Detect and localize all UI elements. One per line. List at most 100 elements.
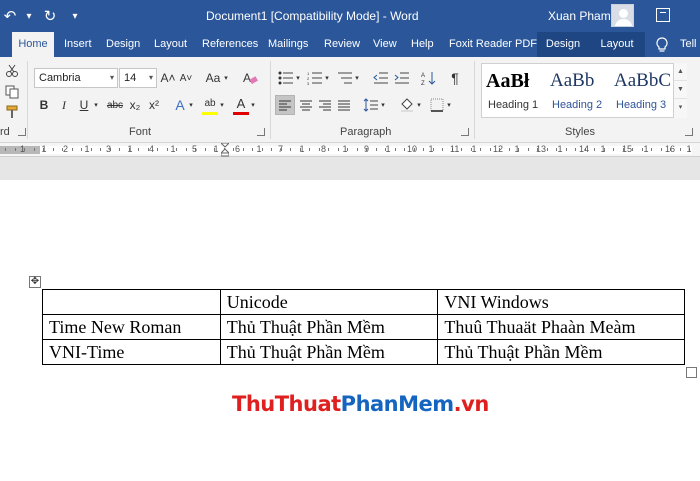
font-name-dropdown[interactable]: Cambria ▾: [34, 68, 118, 88]
grow-font-icon[interactable]: A˄: [160, 69, 176, 87]
svg-text:A: A: [243, 71, 251, 85]
line-spacing-icon[interactable]: [362, 96, 380, 114]
ruler-tick: [489, 148, 491, 151]
numbering-icon[interactable]: 123: [306, 69, 324, 87]
styles-gallery-scroll[interactable]: ▲ ▼ ▾: [673, 63, 687, 118]
indent-marker-icon[interactable]: [219, 142, 231, 157]
numbering-dropdown-icon[interactable]: ▾: [323, 69, 331, 87]
underline-button[interactable]: U: [75, 96, 93, 114]
font-group-label: Font: [129, 126, 152, 138]
font-color-button[interactable]: A: [232, 94, 250, 112]
shading-dropdown-icon[interactable]: ▾: [415, 96, 423, 114]
style-name: Heading 2: [552, 99, 603, 111]
horizontal-ruler[interactable]: 1 1 2 1 3 1 4 1 5 1 6 1 7 1 8 1 9 1 10 1 11 1 12 1 13 1 14 1 15 1 16 1: [0, 142, 700, 157]
change-case-icon[interactable]: Aa: [203, 69, 223, 87]
undo-icon[interactable]: ↶: [0, 0, 20, 32]
strikethrough-button[interactable]: abc: [104, 96, 126, 114]
tab-table-design[interactable]: Design: [537, 32, 589, 57]
more-styles-icon[interactable]: ▾: [674, 99, 687, 117]
table-move-handle-icon[interactable]: ✥: [29, 276, 41, 288]
tab-table-layout[interactable]: Layout: [589, 32, 645, 57]
tab-foxit-reader-pdf[interactable]: Foxit Reader PDF: [443, 32, 543, 57]
tab-mailings[interactable]: Mailings: [262, 32, 314, 57]
text-effects-dropdown-icon[interactable]: ▾: [187, 96, 195, 114]
style-heading-2[interactable]: AaBb Heading 2: [546, 64, 610, 117]
clear-formatting-icon[interactable]: A: [241, 69, 259, 87]
table-cell[interactable]: Unicode: [219, 289, 439, 315]
user-name[interactable]: Xuan Pham: [548, 9, 611, 23]
shrink-font-icon[interactable]: A˅: [178, 69, 194, 87]
format-painter-icon[interactable]: [3, 103, 21, 121]
style-heading-1[interactable]: AaBł Heading 1: [482, 64, 546, 117]
decrease-indent-icon[interactable]: [372, 69, 390, 87]
table-cell[interactable]: [42, 289, 221, 315]
shading-icon[interactable]: [398, 96, 416, 114]
clipboard-launcher-icon[interactable]: [18, 128, 26, 136]
justify-button[interactable]: [335, 96, 353, 114]
undo-dropdown-icon[interactable]: ▾: [20, 0, 38, 32]
tab-home[interactable]: Home: [12, 32, 54, 57]
table-cell[interactable]: VNI Windows: [437, 289, 685, 315]
paragraph-launcher-icon[interactable]: [461, 128, 469, 136]
borders-icon[interactable]: [428, 96, 446, 114]
lightbulb-icon[interactable]: [655, 37, 669, 53]
ruler-number: 7: [278, 144, 284, 154]
font-color-dropdown-icon[interactable]: ▾: [249, 96, 257, 114]
multilevel-list-dropdown-icon[interactable]: ▾: [353, 69, 361, 87]
borders-dropdown-icon[interactable]: ▾: [445, 96, 453, 114]
styles-launcher-icon[interactable]: [685, 128, 693, 136]
ruler-tick: [290, 148, 291, 151]
font-size-dropdown[interactable]: 14 ▾: [119, 68, 157, 88]
align-right-button[interactable]: [316, 96, 334, 114]
ruler-number: 1: [84, 144, 90, 154]
bullets-icon[interactable]: [277, 69, 295, 87]
align-left-button[interactable]: [275, 95, 295, 115]
sort-icon[interactable]: AZ: [420, 69, 438, 87]
ruler-number: 1: [686, 144, 692, 154]
scroll-up-icon[interactable]: ▲: [674, 63, 687, 81]
watermark-part: Thuat: [274, 392, 341, 416]
superscript-button[interactable]: x²: [145, 96, 163, 114]
bold-button[interactable]: B: [35, 96, 53, 114]
table-cell[interactable]: Time New Roman: [42, 314, 221, 340]
style-heading-3[interactable]: AaBbC Heading 3: [610, 64, 674, 117]
tab-design[interactable]: Design: [100, 32, 146, 57]
watermark-part: PhanMem: [340, 392, 454, 416]
avatar[interactable]: [611, 4, 634, 27]
tab-insert[interactable]: Insert: [58, 32, 98, 57]
table-cell[interactable]: Thủ Thuật Phần Mềm: [437, 339, 685, 365]
ribbon-display-options-icon[interactable]: [656, 8, 670, 22]
table-cell[interactable]: VNI-Time: [42, 339, 221, 365]
tab-review[interactable]: Review: [318, 32, 366, 57]
tab-references[interactable]: References: [196, 32, 264, 57]
align-center-button[interactable]: [297, 96, 315, 114]
table-cell[interactable]: Thuû Thuaät Phaàn Meàm: [437, 314, 685, 340]
tab-layout[interactable]: Layout: [148, 32, 193, 57]
scroll-down-icon[interactable]: ▼: [674, 81, 687, 99]
data-table[interactable]: Unicode VNI Windows Time New Roman Thủ T…: [42, 289, 685, 365]
bullets-dropdown-icon[interactable]: ▾: [294, 69, 302, 87]
copy-icon[interactable]: [3, 83, 21, 101]
change-case-dropdown-icon[interactable]: ▾: [222, 69, 230, 87]
increase-indent-icon[interactable]: [393, 69, 411, 87]
ruler-tick: [119, 148, 120, 151]
font-launcher-icon[interactable]: [257, 128, 265, 136]
highlight-dropdown-icon[interactable]: ▾: [218, 96, 226, 114]
underline-dropdown-icon[interactable]: ▾: [92, 96, 100, 114]
multilevel-list-icon[interactable]: [336, 69, 354, 87]
tab-help[interactable]: Help: [405, 32, 440, 57]
tab-view[interactable]: View: [367, 32, 403, 57]
line-spacing-dropdown-icon[interactable]: ▾: [379, 96, 387, 114]
highlight-button[interactable]: ab: [201, 94, 219, 112]
redo-icon[interactable]: ↻: [38, 0, 62, 32]
tell-me-search[interactable]: Tell: [680, 32, 697, 57]
table-cell[interactable]: Thủ Thuật Phần Mềm: [219, 314, 439, 340]
table-cell[interactable]: Thủ Thuật Phần Mềm: [219, 339, 439, 365]
italic-button[interactable]: I: [55, 96, 73, 114]
customize-qat-icon[interactable]: ▾: [62, 0, 88, 32]
subscript-button[interactable]: x₂: [126, 96, 144, 114]
cut-icon[interactable]: [3, 62, 21, 80]
style-sample: AaBł: [486, 70, 530, 92]
table-resize-handle[interactable]: [686, 367, 697, 378]
show-formatting-marks-icon[interactable]: ¶: [446, 69, 464, 87]
